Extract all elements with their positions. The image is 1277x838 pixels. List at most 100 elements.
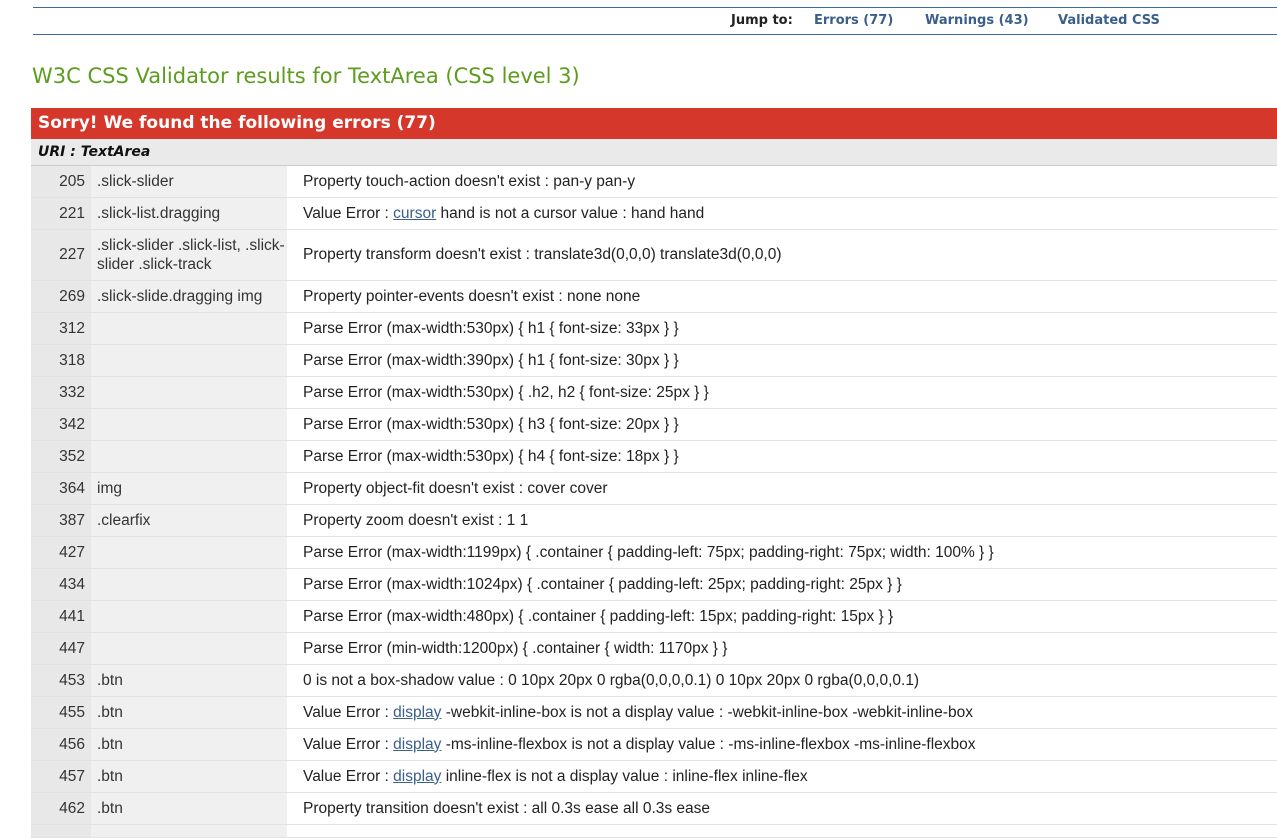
table-row: 457 .btn Value Error : display inline-flex…	[31, 760, 1277, 793]
message-cell: Property object-fit doesn't exist : cove…	[287, 472, 1277, 505]
message-text: Property transition doesn't exist : all …	[303, 799, 711, 817]
selector-cell	[91, 376, 287, 409]
line-number: 205	[31, 166, 91, 198]
message-cell: Parse Error (max-width:390px) { h1 { fon…	[287, 344, 1277, 377]
line-number: 364	[31, 472, 91, 505]
table-row: 434 Parse Error (max-width:1024px) { .con…	[31, 568, 1277, 601]
table-row: 456 .btn Value Error : display -ms-inline-…	[31, 728, 1277, 761]
message-text: Parse Error (max-width:530px) { h4 { fon…	[303, 447, 679, 465]
line-number: 221	[31, 197, 91, 230]
message-cell: 0 is not a box-shadow value : 0 10px 20p…	[287, 664, 1277, 697]
line-number: 462	[31, 792, 91, 825]
page-title: W3C CSS Validator results for TextArea (…	[32, 64, 580, 88]
selector-cell	[91, 568, 287, 601]
message-cell: Property pointer-events doesn't exist : …	[287, 280, 1277, 313]
line-number: 456	[31, 728, 91, 761]
table-row: 269 .slick-slide.dragging img Property poi…	[31, 280, 1277, 313]
message-cell: Value Error : cursor hand is not a curso…	[287, 197, 1277, 230]
message-cell: Value Error : display -ms-inline-flexbox…	[287, 728, 1277, 761]
selector-cell: .btn	[91, 728, 287, 761]
jump-validated-css-link[interactable]: Validated CSS	[1058, 13, 1160, 28]
line-number: 352	[31, 440, 91, 473]
table-row: 332 Parse Error (max-width:530px) { .h2, …	[31, 376, 1277, 409]
message-cell: Parse Error (max-width:530px) { h4 { fon…	[287, 440, 1277, 473]
line-number: 434	[31, 568, 91, 601]
table-row: 312 Parse Error (max-width:530px) { h1 { …	[31, 312, 1277, 345]
line-number: 342	[31, 408, 91, 441]
selector-cell	[91, 312, 287, 345]
table-row: 352 Parse Error (max-width:530px) { h4 { …	[31, 440, 1277, 473]
line-number: 447	[31, 632, 91, 665]
message-text: Property transform doesn't exist : trans…	[303, 246, 782, 263]
property-doc-link[interactable]: display	[393, 704, 441, 721]
message-text: Parse Error (max-width:530px) { h3 { fon…	[303, 415, 679, 433]
selector-cell: .slick-slider .slick-list, .slick-slider…	[91, 229, 287, 281]
table-row: 453 .btn 0 is not a box-shadow value : 0 1…	[31, 664, 1277, 697]
errors-header: Sorry! We found the following errors (77…	[31, 108, 1277, 139]
uri-label: URI : TextArea	[31, 139, 1277, 166]
table-row: 342 Parse Error (max-width:530px) { h3 { …	[31, 408, 1277, 441]
property-doc-link[interactable]: cursor	[393, 205, 436, 222]
message-text: Value Error :	[303, 204, 394, 222]
message-cell: Property touch-action doesn't exist : pa…	[287, 166, 1277, 198]
message-cell: Property transform doesn't exist : trans…	[287, 229, 1277, 281]
message-cell	[287, 824, 1277, 838]
line-number: 312	[31, 312, 91, 345]
selector-cell	[91, 440, 287, 473]
line-number: 453	[31, 664, 91, 697]
message-cell: Parse Error (max-width:530px) { h3 { fon…	[287, 408, 1277, 441]
table-row: 364 img Property object-fit doesn't exist …	[31, 472, 1277, 505]
selector-cell: .slick-slider	[91, 166, 287, 198]
line-number: 455	[31, 696, 91, 729]
line-number: 387	[31, 504, 91, 537]
message-cell: Parse Error (max-width:530px) { .h2, h2 …	[287, 376, 1277, 409]
jump-to-label: Jump to:	[731, 13, 793, 28]
message-text: Parse Error (max-width:530px) { h1 { fon…	[303, 319, 679, 337]
message-text: Parse Error (max-width:530px) { .h2, h2 …	[303, 383, 709, 401]
line-number: 441	[31, 600, 91, 633]
table-row: 205 .slick-slider Property touch-action do…	[31, 166, 1277, 198]
message-text: -ms-inline-flexbox is not a display valu…	[441, 735, 976, 753]
table-row: 447 Parse Error (min-width:1200px) { .con…	[31, 632, 1277, 665]
selector-cell	[91, 600, 287, 633]
table-row: 221 .slick-list.dragging Value Error : cur…	[31, 197, 1277, 230]
line-number: 318	[31, 344, 91, 377]
message-text: Property object-fit doesn't exist : cove…	[303, 479, 608, 497]
jump-warnings-link[interactable]: Warnings (43)	[925, 13, 1029, 28]
message-cell: Parse Error (max-width:530px) { h1 { fon…	[287, 312, 1277, 345]
message-text: Parse Error (max-width:480px) { .contain…	[303, 607, 894, 625]
selector-cell: .slick-slide.dragging img	[91, 280, 287, 313]
selector-cell: .btn	[91, 792, 287, 825]
selector-cell: .btn	[91, 760, 287, 793]
table-row: 387 .clearfix Property zoom doesn't exist …	[31, 504, 1277, 537]
selector-cell	[91, 632, 287, 665]
selector-cell	[91, 408, 287, 441]
property-doc-link[interactable]: display	[393, 768, 441, 785]
selector-cell: .slick-list.dragging	[91, 197, 287, 230]
message-text: Parse Error (max-width:1199px) { .contai…	[303, 543, 994, 561]
message-text: Property pointer-events doesn't exist : …	[303, 287, 641, 305]
message-text: Property zoom doesn't exist : 1 1	[303, 511, 529, 529]
line-number	[31, 824, 91, 838]
table-row: 318 Parse Error (max-width:390px) { h1 { …	[31, 344, 1277, 377]
line-number: 332	[31, 376, 91, 409]
message-cell: Parse Error (min-width:1200px) { .contai…	[287, 632, 1277, 665]
selector-cell	[91, 344, 287, 377]
message-cell: Value Error : display inline-flex is not…	[287, 760, 1277, 793]
selector-cell	[91, 536, 287, 569]
selector-cell: .btn	[91, 664, 287, 697]
property-doc-link[interactable]: display	[393, 736, 441, 753]
selector-cell: .btn	[91, 696, 287, 729]
selector-cell: img	[91, 472, 287, 505]
jump-errors-link[interactable]: Errors (77)	[814, 13, 893, 28]
message-text: inline-flex is not a display value : inl…	[441, 767, 808, 785]
message-text: Parse Error (max-width:1024px) { .contai…	[303, 575, 902, 593]
line-number: 427	[31, 536, 91, 569]
line-number: 269	[31, 280, 91, 313]
message-text: Value Error :	[303, 735, 394, 753]
message-cell: Property transition doesn't exist : all …	[287, 792, 1277, 825]
message-text: Value Error :	[303, 703, 394, 721]
message-text: Parse Error (max-width:390px) { h1 { fon…	[303, 351, 679, 369]
message-cell: Parse Error (max-width:1024px) { .contai…	[287, 568, 1277, 601]
message-cell: Parse Error (max-width:1199px) { .contai…	[287, 536, 1277, 569]
